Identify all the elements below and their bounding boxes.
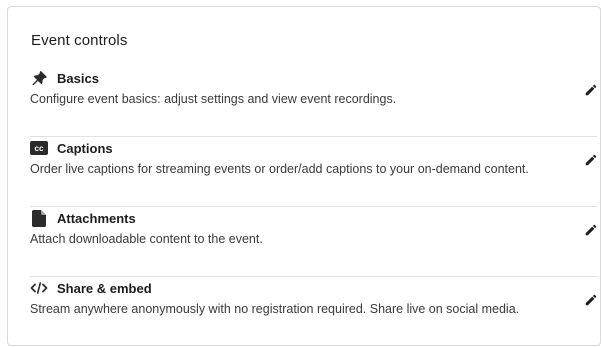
control-row-basics[interactable]: Basics Configure event basics: adjust se… bbox=[30, 69, 597, 137]
row-description: Order live captions for streaming events… bbox=[30, 162, 529, 176]
row-header: Share & embed bbox=[30, 279, 152, 297]
edit-captions-button[interactable] bbox=[581, 150, 601, 170]
divider bbox=[30, 276, 597, 277]
row-header: cc Captions bbox=[30, 139, 113, 157]
document-icon bbox=[30, 209, 48, 227]
cc-text: cc bbox=[35, 144, 44, 153]
code-icon bbox=[30, 279, 48, 297]
pin-icon bbox=[30, 69, 48, 87]
row-header: Attachments bbox=[30, 209, 136, 227]
edit-attachments-button[interactable] bbox=[581, 220, 601, 240]
closed-captions-icon: cc bbox=[30, 139, 48, 157]
row-header: Basics bbox=[30, 69, 99, 87]
control-row-share-embed[interactable]: Share & embed Stream anywhere anonymousl… bbox=[30, 279, 597, 347]
event-controls-panel: Event controls Basics Configure event ba… bbox=[7, 6, 601, 346]
edit-share-embed-button[interactable] bbox=[581, 290, 601, 310]
control-row-attachments[interactable]: Attachments Attach downloadable content … bbox=[30, 209, 597, 277]
row-description: Attach downloadable content to the event… bbox=[30, 232, 263, 246]
divider bbox=[30, 206, 597, 207]
pencil-icon bbox=[584, 83, 598, 97]
row-label: Captions bbox=[57, 140, 113, 156]
pencil-icon bbox=[584, 153, 598, 167]
divider bbox=[30, 136, 597, 137]
row-label: Basics bbox=[57, 70, 99, 86]
edit-basics-button[interactable] bbox=[581, 80, 601, 100]
pencil-icon bbox=[584, 293, 598, 307]
control-row-captions[interactable]: cc Captions Order live captions for stre… bbox=[30, 139, 597, 207]
row-label: Share & embed bbox=[57, 280, 152, 296]
row-description: Configure event basics: adjust settings … bbox=[30, 92, 397, 106]
row-label: Attachments bbox=[57, 210, 136, 226]
panel-title: Event controls bbox=[31, 32, 128, 49]
pencil-icon bbox=[584, 223, 598, 237]
row-description: Stream anywhere anonymously with no regi… bbox=[30, 302, 520, 316]
